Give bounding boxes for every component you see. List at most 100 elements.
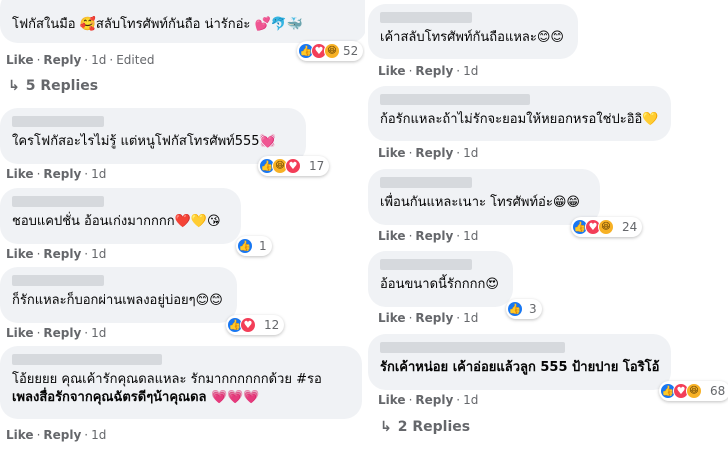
reply-arrow-icon: ↳ bbox=[8, 78, 20, 94]
author-name-redacted[interactable] bbox=[12, 275, 104, 286]
comment: เค้าสลับโทรศัพท์กันถือแหละ😊😊 bbox=[368, 4, 578, 59]
comment-bubble: รักเค้าหน่อย เค้าอ่อยแล้วลูก 555 ป้ายปาย… bbox=[368, 334, 672, 390]
comment: รักเค้าหน่อย เค้าอ่อยแล้วลูก 555 ป้ายปาย… bbox=[368, 334, 672, 390]
comment-text-line: โอ้ยยยย คุณเค้ารักคุณดลแหละ รักมากกกกกกด… bbox=[12, 372, 322, 387]
comment-actions: Like · Reply · 1d bbox=[378, 311, 478, 325]
like-button[interactable]: Like bbox=[6, 53, 34, 67]
separator: · bbox=[84, 247, 89, 261]
reaction-summary[interactable]: 👍 ♥ 😆 52 bbox=[297, 41, 364, 61]
separator: · bbox=[84, 428, 89, 442]
author-name-redacted[interactable] bbox=[380, 342, 565, 353]
comment-text-line: เพลงสื่อรักจากคุณฉัตรดีๆน้าคุณดล 💗💗💗 bbox=[12, 390, 260, 405]
comment: โอ้ยยยย คุณเค้ารักคุณดลแหละ รักมากกกกกกด… bbox=[0, 346, 362, 419]
comment-bubble: อ้อนขนาดนี้รักกกก😍 bbox=[368, 251, 513, 307]
reaction-summary[interactable]: 👍 3 bbox=[506, 299, 542, 319]
comment-age: 1d bbox=[463, 311, 479, 325]
separator: · bbox=[408, 393, 413, 407]
reaction-summary[interactable]: 👍 ♥ 😆 24 bbox=[571, 217, 643, 237]
comment-age: 1d bbox=[91, 247, 107, 261]
separator: · bbox=[36, 167, 41, 181]
comment: เพื่อนกันแหละเนาะ โทรศัพท์อ่ะ😁😁 bbox=[368, 169, 600, 225]
author-name-redacted[interactable] bbox=[380, 177, 472, 188]
comment: ก็รักแหละก็บอกผ่านเพลงอยู่บ่อยๆ😊😊 bbox=[0, 267, 237, 323]
comment-age: 1d bbox=[463, 64, 479, 78]
reply-button[interactable]: Reply bbox=[415, 393, 453, 407]
reply-button[interactable]: Reply bbox=[415, 311, 453, 325]
reaction-summary[interactable]: 👍 😆 ♥ 17 bbox=[258, 156, 330, 176]
separator: · bbox=[36, 247, 41, 261]
comment-text: ก็รักแหละก็บอกผ่านเพลงอยู่บ่อยๆ😊😊 bbox=[12, 293, 223, 308]
reaction-count: 24 bbox=[622, 220, 638, 234]
reply-button[interactable]: Reply bbox=[415, 229, 453, 243]
haha-reaction-icon: 😆 bbox=[324, 43, 340, 59]
like-button[interactable]: Like bbox=[378, 229, 406, 243]
separator: · bbox=[408, 64, 413, 78]
separator: · bbox=[456, 229, 461, 243]
like-button[interactable]: Like bbox=[6, 326, 34, 340]
love-reaction-icon: ♥ bbox=[285, 158, 301, 174]
reaction-summary[interactable]: 👍 ♥ 12 bbox=[226, 315, 285, 335]
comment-text: ก้อรักแหละถ้าไม่รักจะยอมให้หยอกหรอใช่ปะอ… bbox=[380, 112, 659, 127]
reaction-summary[interactable]: 👍 1 bbox=[236, 236, 272, 256]
author-name-redacted[interactable] bbox=[380, 94, 530, 105]
separator: · bbox=[84, 53, 89, 67]
comment-actions: Like · Reply · 1d bbox=[6, 428, 106, 442]
separator: · bbox=[456, 311, 461, 325]
comment-bubble: เพื่อนกันแหละเนาะ โทรศัพท์อ่ะ😁😁 bbox=[368, 169, 600, 225]
author-name-redacted[interactable] bbox=[12, 354, 162, 365]
reaction-count: 1 bbox=[259, 239, 267, 253]
reply-button[interactable]: Reply bbox=[415, 64, 453, 78]
love-reaction-icon: ♥ bbox=[240, 317, 256, 333]
comment-bubble: ก็รักแหละก็บอกผ่านเพลงอยู่บ่อยๆ😊😊 bbox=[0, 267, 237, 323]
author-name-redacted[interactable] bbox=[380, 259, 472, 270]
reply-button[interactable]: Reply bbox=[43, 247, 81, 261]
comment-text: เค้าสลับโทรศัพท์กันถือแหละ😊😊 bbox=[380, 30, 564, 45]
replies-count-label: 5 Replies bbox=[25, 78, 99, 94]
comment-actions: Like · Reply · 1d bbox=[378, 393, 478, 407]
author-name-redacted[interactable] bbox=[380, 12, 472, 23]
haha-reaction-icon: 😆 bbox=[598, 219, 614, 235]
comment-text: ใครโฟกัสอะไรไม่รู้ แต่หนูโฟกัสโทรศัพท์55… bbox=[12, 134, 276, 149]
comment-age: 1d bbox=[463, 229, 479, 243]
reaction-summary[interactable]: 👍 ♥ 😆 68 bbox=[659, 381, 728, 401]
like-button[interactable]: Like bbox=[6, 167, 34, 181]
comment-actions: Like · Reply · 1d bbox=[6, 326, 106, 340]
separator: · bbox=[36, 326, 41, 340]
reply-button[interactable]: Reply bbox=[43, 326, 81, 340]
reaction-count: 12 bbox=[264, 318, 280, 332]
comment-text: เพื่อนกันแหละเนาะ โทรศัพท์อ่ะ😁😁 bbox=[380, 195, 580, 210]
separator: · bbox=[456, 393, 461, 407]
comment-bubble: โอ้ยยยย คุณเค้ารักคุณดลแหละ รักมากกกกกกด… bbox=[0, 346, 362, 419]
reply-button[interactable]: Reply bbox=[415, 146, 453, 160]
like-button[interactable]: Like bbox=[6, 428, 34, 442]
separator: · bbox=[109, 53, 114, 67]
like-button[interactable]: Like bbox=[378, 393, 406, 407]
reply-button[interactable]: Reply bbox=[43, 53, 81, 67]
comment: อ้อนขนาดนี้รักกกก😍 bbox=[368, 251, 513, 307]
comment-age: 1d bbox=[91, 326, 107, 340]
separator: · bbox=[408, 311, 413, 325]
like-button[interactable]: Like bbox=[378, 146, 406, 160]
reply-arrow-icon: ↳ bbox=[380, 419, 392, 435]
comment-bubble: เค้าสลับโทรศัพท์กันถือแหละ😊😊 bbox=[368, 4, 578, 59]
view-replies-link[interactable]: ↳ 2 Replies bbox=[380, 419, 470, 435]
reply-button[interactable]: Reply bbox=[43, 428, 81, 442]
view-replies-link[interactable]: ↳ 5 Replies bbox=[8, 78, 98, 94]
like-button[interactable]: Like bbox=[378, 311, 406, 325]
comment-text: รักเค้าหน่อย เค้าอ่อยแล้วลูก 555 ป้ายปาย… bbox=[380, 360, 660, 375]
comment-actions: Like · Reply · 1d bbox=[6, 247, 106, 261]
comment-actions: Like · Reply · 1d bbox=[378, 146, 478, 160]
author-name-redacted[interactable] bbox=[12, 116, 104, 127]
comment-bubble: ใครโฟกัสอะไรไม่รู้ แต่หนูโฟกัสโทรศัพท์55… bbox=[0, 108, 306, 164]
like-reaction-icon: 👍 bbox=[507, 301, 523, 317]
reaction-count: 3 bbox=[529, 302, 537, 316]
comment-age: 1d bbox=[91, 167, 107, 181]
separator: · bbox=[36, 53, 41, 67]
edited-label: Edited bbox=[116, 53, 155, 67]
like-button[interactable]: Like bbox=[378, 64, 406, 78]
right-comment-column: เค้าสลับโทรศัพท์กันถือแหละ😊😊 Like · Reply ·… bbox=[368, 0, 728, 450]
comment-text: โฟกัสในมือ 🥰สลับโทรศัพท์กันถือ น่ารักอ่ะ… bbox=[12, 17, 304, 32]
reply-button[interactable]: Reply bbox=[43, 167, 81, 181]
like-button[interactable]: Like bbox=[6, 247, 34, 261]
author-name-redacted[interactable] bbox=[12, 196, 104, 207]
